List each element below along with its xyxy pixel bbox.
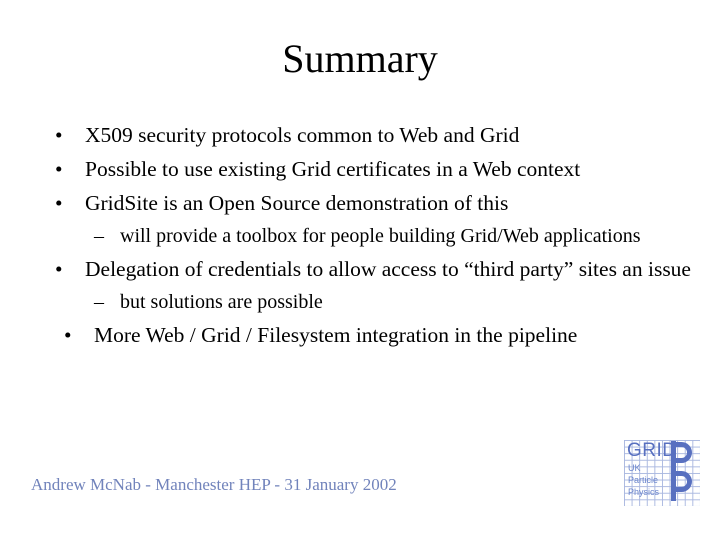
bullet-dot-icon: •	[55, 123, 63, 147]
logo-line-physics: Physics	[628, 487, 660, 497]
list-item-text: Delegation of credentials to allow acces…	[85, 257, 691, 281]
logo-line-uk: UK	[628, 463, 641, 473]
bullet-dot-icon: •	[64, 323, 72, 347]
list-item-text: X509 security protocols common to Web an…	[85, 123, 520, 147]
list-item: • Delegation of credentials to allow acc…	[0, 252, 720, 286]
bullet-dot-icon: •	[55, 191, 63, 215]
sub-list-item: – will provide a toolbox for people buil…	[0, 220, 720, 252]
list-item-text: More Web / Grid / Filesystem integration…	[94, 323, 578, 347]
logo-pp-bowl-top	[675, 442, 692, 463]
logo-pp-bowl-bottom	[675, 471, 692, 492]
bullet-dash-icon: –	[94, 225, 104, 247]
presentation-slide: Summary • X509 security protocols common…	[0, 0, 720, 540]
sub-list-item: – but solutions are possible	[0, 286, 720, 318]
page-title: Summary	[282, 36, 438, 81]
sub-list-item-text: but solutions are possible	[120, 291, 323, 313]
logo-line-particle: Particle	[628, 475, 659, 485]
list-item: • More Web / Grid / Filesystem integrati…	[0, 318, 720, 352]
list-item-text: GridSite is an Open Source demonstration…	[85, 191, 509, 215]
logo-pp-mark	[668, 441, 698, 503]
sub-list-item-text: will provide a toolbox for people buildi…	[120, 225, 641, 247]
slide-footer: Andrew McNab - Manchester HEP - 31 Janua…	[31, 475, 397, 494]
bullet-dot-icon: •	[55, 157, 63, 181]
bullet-dot-icon: •	[55, 257, 63, 281]
list-item: • GridSite is an Open Source demonstrati…	[0, 186, 720, 220]
list-item: • X509 security protocols common to Web …	[0, 118, 720, 152]
list-item: • Possible to use existing Grid certific…	[0, 152, 720, 186]
bullet-list: • X509 security protocols common to Web …	[0, 118, 720, 352]
list-item-text: Possible to use existing Grid certificat…	[85, 157, 581, 181]
bullet-dash-icon: –	[94, 291, 104, 313]
gridpp-logo: GRID UK Particle Physics	[624, 440, 700, 506]
